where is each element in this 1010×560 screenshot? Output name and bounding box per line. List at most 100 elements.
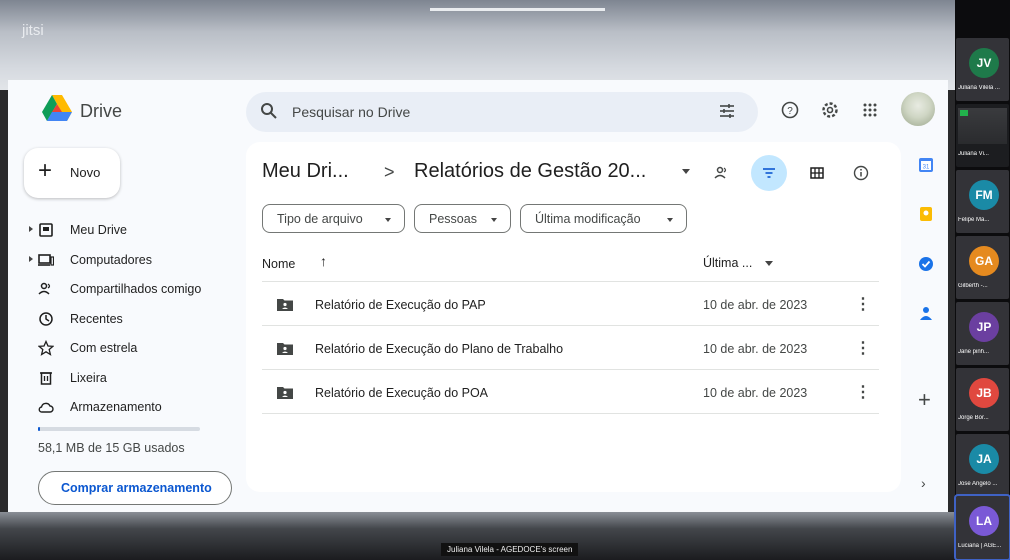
star-icon	[38, 340, 54, 356]
filter-chip-ultima-modificacao[interactable]: Última modificação	[520, 204, 687, 233]
participant-name: Felipe Ma...	[958, 217, 990, 223]
sidebar-item-label: Com estrela	[70, 341, 138, 355]
keep-icon[interactable]	[918, 206, 934, 222]
search-options-icon[interactable]	[718, 102, 736, 120]
participant-tile[interactable]: JB Jorge Bor...	[956, 368, 1009, 431]
file-row[interactable]: Relatório de Execução do POA 10 de abr. …	[262, 369, 879, 413]
participant-tile[interactable]: FM Felipe Ma...	[956, 170, 1009, 233]
file-row[interactable]: Relatório de Execução do Plano de Trabal…	[262, 325, 879, 369]
breadcrumb-separator: >	[384, 162, 395, 182]
file-name[interactable]: Relatório de Execução do Plano de Trabal…	[315, 342, 563, 356]
participant-tile[interactable]: JP Jane pinh...	[956, 302, 1009, 365]
drive-logo-text[interactable]: Drive	[80, 101, 122, 122]
sidebar-item-lixeira[interactable]: Lixeira	[8, 364, 238, 394]
filter-chip-tipo-de-arquivo[interactable]: Tipo de arquivo	[262, 204, 405, 233]
participant-name: Juliana Vi...	[958, 151, 989, 157]
sidebar-item-com-estrela[interactable]: Com estrela	[8, 334, 238, 364]
participant-avatar: GA	[969, 246, 999, 276]
file-name[interactable]: Relatório de Execução do POA	[315, 386, 488, 400]
more-actions-icon[interactable]: ⋮	[855, 294, 871, 314]
shared-folder-icon	[277, 299, 293, 311]
settings-icon[interactable]	[819, 99, 841, 121]
participant-tile[interactable]: JA Jose Angelo ...	[956, 434, 1009, 497]
participant-avatar: FM	[969, 180, 999, 210]
filter-icon[interactable]	[756, 160, 782, 186]
sidebar-item-compartilhados[interactable]: Compartilhados comigo	[8, 275, 238, 305]
participant-name: Juliana Vilela ...	[958, 85, 1000, 91]
more-actions-icon[interactable]: ⋮	[855, 338, 871, 358]
participant-tile[interactable]: GA Gilberth -...	[956, 236, 1009, 299]
apps-grid-icon[interactable]	[859, 99, 881, 121]
expand-arrow-icon[interactable]	[29, 226, 33, 232]
search-bar[interactable]: Pesquisar no Drive	[246, 92, 758, 132]
breadcrumb-parent[interactable]: Meu Dri...	[262, 160, 349, 183]
sidebar-item-meu-drive[interactable]: Meu Drive	[8, 216, 238, 246]
file-row[interactable]: Relatório de Execução do PAP 10 de abr. …	[262, 281, 879, 325]
sort-arrow-icon[interactable]: ↑	[320, 253, 327, 269]
participant-avatar: JP	[969, 312, 999, 342]
cloud-icon	[38, 402, 54, 413]
participant-name: Luciana | AGE...	[958, 543, 1002, 549]
sidebar-item-label: Recentes	[70, 311, 123, 326]
account-avatar[interactable]	[901, 92, 935, 126]
svg-text:31: 31	[923, 165, 930, 171]
grid-view-icon[interactable]	[804, 160, 830, 186]
column-header-modified[interactable]: Última ...	[703, 256, 752, 270]
info-icon[interactable]	[848, 160, 874, 186]
participant-tile-self[interactable]: LA Luciana | AGE...	[954, 494, 1010, 560]
breadcrumb-current[interactable]: Relatórios de Gestão 20...	[414, 160, 646, 183]
participant-avatar: LA	[969, 506, 999, 536]
file-modified-date: 10 de abr. de 2023	[703, 342, 808, 356]
drive-logo-icon[interactable]	[42, 95, 72, 121]
chevron-down-icon	[491, 218, 497, 222]
share-folder-icon[interactable]	[709, 160, 735, 186]
buy-storage-button[interactable]: Comprar armazenamento	[38, 471, 232, 505]
contacts-icon[interactable]	[918, 305, 934, 321]
clock-icon	[39, 311, 53, 326]
search-input[interactable]: Pesquisar no Drive	[292, 104, 410, 120]
more-actions-icon[interactable]: ⋮	[855, 382, 871, 402]
participant-tile-screen[interactable]: Juliana Vi...	[956, 104, 1009, 167]
chevron-down-icon[interactable]	[765, 261, 773, 266]
list-divider	[262, 413, 879, 414]
plus-icon: +	[38, 157, 53, 184]
expand-arrow-icon[interactable]	[29, 255, 33, 262]
sidebar-item-label: Lixeira	[70, 370, 107, 385]
help-icon[interactable]: ?	[779, 99, 801, 121]
filter-chip-pessoas[interactable]: Pessoas	[414, 204, 511, 233]
participant-tile[interactable]: JV Juliana Vilela ...	[956, 38, 1009, 101]
sidebar-item-computadores[interactable]: Computadores	[8, 246, 238, 276]
chevron-down-icon	[385, 218, 391, 222]
sidebar-item-armazenamento[interactable]: Armazenamento	[8, 393, 238, 423]
tasks-icon[interactable]	[918, 256, 934, 272]
participant-name: Jane pinh...	[958, 349, 990, 355]
add-addon-icon[interactable]: +	[918, 389, 931, 411]
participants-strip: JV Juliana Vilela ... Juliana Vi... FM F…	[954, 0, 1010, 560]
participant-name: Gilberth -...	[958, 283, 988, 289]
participant-avatar: JB	[969, 378, 999, 408]
participant-avatar: JV	[969, 48, 999, 78]
calendar-icon[interactable]: 31	[918, 157, 934, 173]
sidebar-item-recentes[interactable]: Recentes	[8, 305, 238, 335]
column-header-name[interactable]: Nome	[262, 257, 295, 271]
svg-text:?: ?	[787, 106, 793, 117]
buy-storage-label: Comprar armazenamento	[61, 481, 212, 495]
participant-name: Jose Angelo ...	[958, 481, 998, 487]
storage-usage-bar	[38, 427, 200, 431]
file-name[interactable]: Relatório de Execução do PAP	[315, 298, 486, 312]
trash-icon	[40, 371, 52, 385]
chevron-right-icon[interactable]: ›	[921, 475, 926, 491]
sidebar-item-label: Compartilhados comigo	[70, 282, 202, 296]
new-button[interactable]: + Novo	[24, 148, 120, 198]
shared-icon	[38, 282, 51, 295]
participant-avatar: JA	[969, 444, 999, 474]
shared-folder-icon	[277, 387, 293, 399]
storage-usage-fill	[38, 427, 40, 431]
sidebar-item-label: Computadores	[70, 252, 152, 267]
screen-share-thumbnail	[958, 108, 1007, 144]
participant-name: Jorge Bor...	[958, 415, 989, 421]
screen-share-label: Juliana Vilela - AGEDOCE's screen	[441, 543, 579, 556]
jitsi-stage: jitsi Drive Pesquisar no Drive ? + Novo …	[0, 0, 955, 560]
folder-menu-caret-icon[interactable]	[682, 169, 690, 174]
search-icon[interactable]	[260, 102, 278, 120]
